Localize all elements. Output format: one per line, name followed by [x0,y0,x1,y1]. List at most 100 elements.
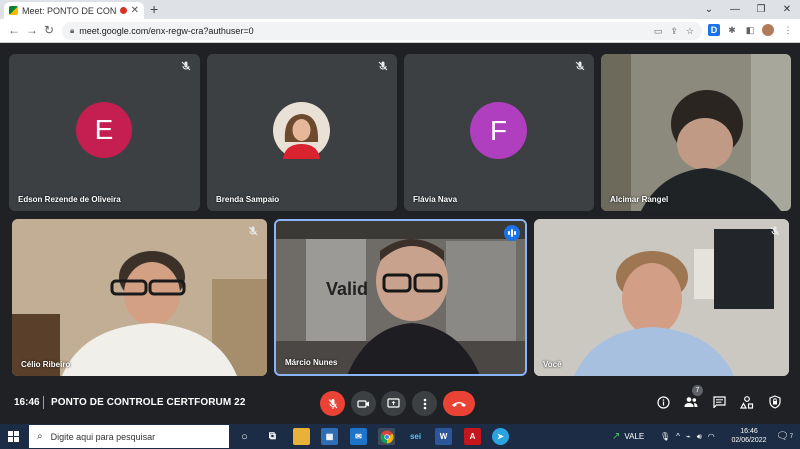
more-options-button[interactable] [412,391,437,416]
extension-d-icon[interactable]: D [708,24,720,36]
meeting-details-button[interactable] [655,394,671,410]
notifications-icon: 🗨︎ [776,431,789,442]
mic-muted-icon [770,226,780,236]
word-icon[interactable]: W [435,428,452,445]
activities-shapes-icon [740,395,754,409]
notifications-count: 7 [789,433,794,440]
chat-button[interactable] [711,394,727,410]
minimize-button[interactable]: — [722,0,748,19]
people-button[interactable] [683,394,699,410]
chrome-menu-icon[interactable]: ⋮ [782,24,794,36]
network-icon[interactable]: ⌁ [686,432,691,441]
avatar: E [76,102,132,158]
windows-start-icon[interactable] [8,431,19,442]
browser-toolbar: ← → ↻ 🔒︎ meet.google.com/enx-regw-cra?au… [0,19,800,43]
participant-name: Márcio Nunes [285,358,338,367]
participant-tile[interactable]: Brenda Sampaio [207,54,397,211]
tab-search-icon[interactable]: ⌄ [696,0,722,19]
divider [43,396,44,409]
volume-icon[interactable]: 🔊︎ [697,432,702,442]
participant-video [276,221,525,374]
camera-toggle-button[interactable] [351,391,376,416]
weather-widget[interactable]: ↗ VALE [612,424,644,449]
sei-app-icon[interactable]: sei [407,428,424,445]
reload-icon[interactable]: ↻ [44,23,54,37]
participant-tile[interactable]: Alcimar Rangel [601,54,791,211]
shield-lock-icon [769,395,781,409]
task-view-icon[interactable]: ⧉ [264,428,281,445]
leave-call-button[interactable] [443,391,475,416]
search-icon: ⌕ [37,431,43,442]
cortana-icon[interactable]: ○ [236,428,253,445]
participant-tile-active[interactable]: Valid Márcio Nunes [274,219,527,376]
search-placeholder: Digite aqui para pesquisar [50,431,156,442]
more-vert-icon [423,398,426,409]
avatar [273,102,330,159]
show-hidden-icons-icon[interactable]: ^ [676,432,680,441]
tab-close-icon[interactable]: ✕ [131,5,139,16]
acrobat-icon[interactable]: A [464,428,481,445]
host-controls-button[interactable] [767,394,783,410]
taskbar-time: 16:46 [740,428,758,435]
taskbar-search-box[interactable]: ⌕ Digite aqui para pesquisar [29,425,229,448]
participant-video [12,219,267,376]
telegram-icon[interactable]: ➤ [492,428,509,445]
stock-trend-icon: ↗ [612,431,621,442]
hang-up-icon [452,401,466,407]
share-icon[interactable]: ⇪ [670,26,678,37]
avatar: F [470,102,527,159]
backdrop-logo-text: Valid [326,279,369,299]
browser-tab-meet[interactable]: Meet: PONTO DE CONTROLE ✕ [4,2,144,19]
weather-label: VALE [624,432,645,441]
tab-title: Meet: PONTO DE CONTROLE [22,5,116,16]
forward-arrow-icon[interactable]: → [26,23,38,37]
back-arrow-icon[interactable]: ← [8,23,20,37]
browser-tab-strip: Meet: PONTO DE CONTROLE ✕ + ⌄ — ❐ ✕ [0,0,800,19]
system-tray: 🎙︎ ^ ⌁ 🔊︎ ◠ [660,424,715,449]
profile-avatar[interactable] [762,24,774,36]
meet-favicon-icon [9,6,18,15]
info-icon [656,395,670,409]
self-view-tile[interactable]: Você [534,219,789,376]
address-bar[interactable]: 🔒︎ meet.google.com/enx-regw-cra?authuser… [62,22,702,40]
participant-name: Alcimar Rangel [610,195,669,204]
participant-tile[interactable]: Célio Ribeiro [12,219,267,376]
participant-name: Brenda Sampaio [216,195,280,204]
taskbar-date: 02/06/2022 [731,437,767,444]
speaking-indicator-icon [504,225,520,241]
bookmark-star-icon[interactable]: ☆ [686,26,694,37]
mic-toggle-button[interactable] [320,391,345,416]
close-window-button[interactable]: ✕ [774,0,800,19]
camera-in-use-icon[interactable]: ▭ [654,26,663,37]
meet-video-grid: E Edson Rezende de Oliveira Brenda Sampa… [0,44,800,384]
file-explorer-icon[interactable] [293,428,310,445]
present-screen-button[interactable] [381,391,406,416]
participant-video [534,219,789,376]
mail-icon[interactable]: ✉ [350,428,367,445]
wifi-icon[interactable]: ◠ [708,432,715,441]
participant-name: Você [543,360,562,369]
notification-center-button[interactable]: 🗨︎ 7 [776,424,793,449]
chat-icon [712,396,726,408]
window-controls: ⌄ — ❐ ✕ [696,0,800,19]
present-screen-icon [387,398,400,408]
microphone-tray-icon[interactable]: 🎙︎ [660,432,670,441]
taskbar-clock[interactable]: 16:46 02/06/2022 [727,427,771,445]
restore-button[interactable]: ❐ [748,0,774,19]
meet-control-bar: 16:46 PONTO DE CONTROLE CERTFORUM 22 7 [0,384,800,424]
chrome-taskbar-icon[interactable] [378,428,395,445]
participant-tile[interactable]: F Flávia Nava [404,54,594,211]
url-text: meet.google.com/enx-regw-cra?authuser=0 [79,26,254,36]
lock-icon: 🔒︎ [70,26,75,35]
store-icon[interactable]: ▦ [321,428,338,445]
extensions-puzzle-icon[interactable]: ✱ [726,24,738,36]
mic-muted-icon [378,61,388,71]
mic-muted-icon [181,61,191,71]
participant-name: Edson Rezende de Oliveira [18,195,121,204]
participant-tile[interactable]: E Edson Rezende de Oliveira [9,54,200,211]
new-tab-button[interactable]: + [150,1,158,17]
participant-name: Célio Ribeiro [21,360,71,369]
side-panel-icon[interactable]: ◧ [744,24,756,36]
activities-button[interactable] [739,394,755,410]
meeting-clock: 16:46 [14,397,40,408]
